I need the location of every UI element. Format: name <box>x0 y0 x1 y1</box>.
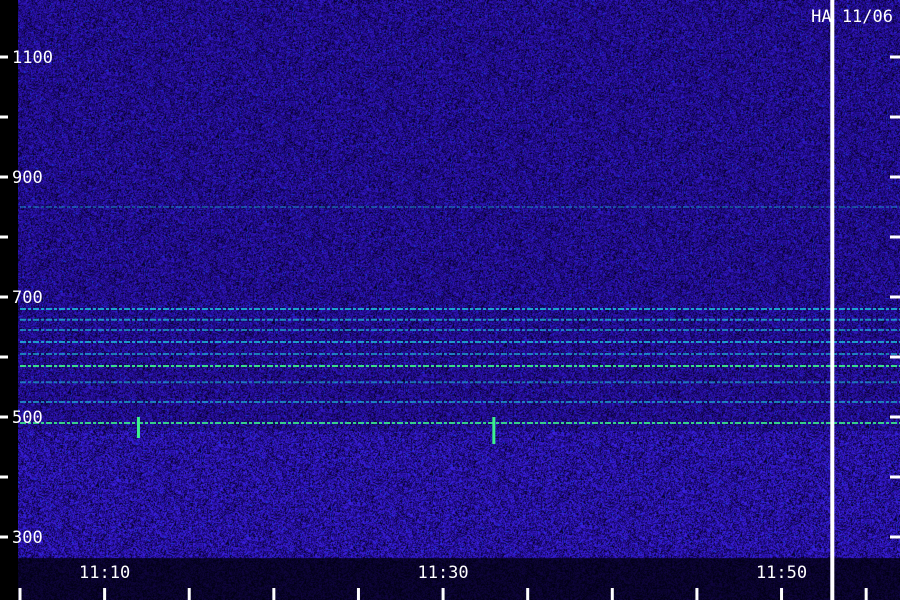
burst-1 <box>492 417 496 444</box>
y-tick-label: 1100 <box>12 48 53 68</box>
x-tick-label: 11:10 <box>79 563 130 583</box>
x-tick-label: 11:50 <box>756 563 807 583</box>
burst-0 <box>136 417 140 438</box>
y-tick-label: 500 <box>12 408 43 428</box>
y-tick-label: 700 <box>12 288 43 308</box>
x-tick-label: 11:30 <box>417 563 468 583</box>
spectrogram-chart: 1100 900 700 500 300 11:10 11:30 11:50 HA 11/0… <box>0 0 900 600</box>
spectrogram-noise <box>0 0 900 600</box>
y-tick-label: 900 <box>12 168 43 188</box>
y-tick-label: 300 <box>12 528 43 548</box>
corner-label: HA 11/06 <box>811 7 893 27</box>
